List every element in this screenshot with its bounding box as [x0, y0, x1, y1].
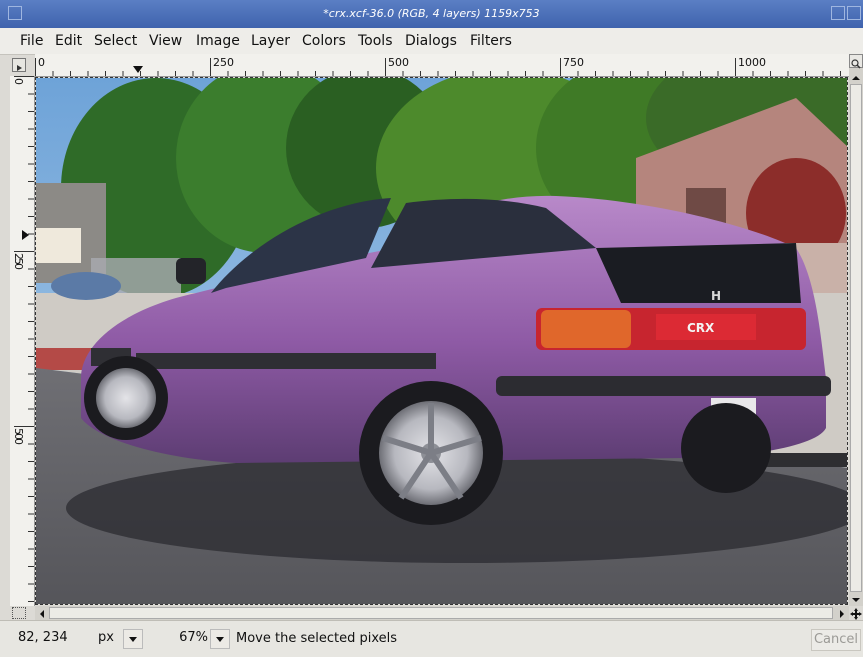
vertical-scrollbar[interactable]: [849, 54, 863, 606]
ruler-label-250: 250: [213, 56, 234, 69]
menu-image[interactable]: Image: [196, 33, 240, 49]
ruler-v-label-250: 250: [12, 253, 25, 268]
quick-mask-icon[interactable]: [12, 607, 26, 619]
scroll-left-icon[interactable]: [35, 606, 49, 620]
horizontal-scroll-thumb[interactable]: [49, 607, 833, 619]
unit-select[interactable]: px: [90, 629, 120, 649]
menu-view[interactable]: View: [149, 33, 182, 49]
menu-edit[interactable]: Edit: [55, 33, 82, 49]
maximize-icon[interactable]: [847, 6, 861, 20]
menu-layer[interactable]: Layer: [251, 33, 290, 49]
menu-select[interactable]: Select: [94, 33, 137, 49]
window-title: *crx.xcf-36.0 (RGB, 4 layers) 1159x753: [323, 7, 540, 20]
car-photo: CRX H: [36, 78, 847, 604]
zoom-icon[interactable]: [849, 54, 863, 69]
horizontal-scrollbar[interactable]: [35, 606, 849, 620]
vertical-scroll-thumb[interactable]: [850, 84, 862, 592]
menu-file[interactable]: File: [20, 33, 43, 49]
pointer-marker-icon: [133, 66, 143, 73]
ruler-v-label-500: 500: [12, 428, 25, 443]
crx-badge: CRX: [687, 321, 715, 335]
ruler-label-1000: 1000: [738, 56, 766, 69]
ruler-label-500: 500: [388, 56, 409, 69]
cancel-button[interactable]: Cancel: [811, 629, 861, 651]
menu-icon[interactable]: [12, 58, 26, 72]
scroll-up-icon[interactable]: [849, 70, 863, 84]
zoom-field[interactable]: 67%: [150, 629, 212, 649]
scroll-right-icon[interactable]: [835, 606, 849, 620]
menu-colors[interactable]: Colors: [302, 33, 346, 49]
menu-tools[interactable]: Tools: [358, 33, 393, 49]
unit-dropdown-icon[interactable]: [123, 629, 143, 649]
status-message: Move the selected pixels: [236, 631, 398, 646]
vertical-ruler: 0 250 500: [10, 76, 35, 606]
title-bar: *crx.xcf-36.0 (RGB, 4 layers) 1159x753: [0, 0, 863, 28]
image-canvas[interactable]: CRX H: [35, 77, 848, 605]
pointer-coordinates: 82, 234: [18, 630, 68, 645]
scroll-down-icon[interactable]: [849, 592, 863, 606]
zoom-dropdown-icon[interactable]: [210, 629, 230, 649]
menu-bar: File Edit Select View Image Layer Colors…: [0, 28, 863, 55]
ruler-label-0: 0: [38, 56, 45, 69]
pointer-marker-v-icon: [22, 230, 29, 240]
ruler-label-750: 750: [563, 56, 584, 69]
menu-dialogs[interactable]: Dialogs: [405, 33, 457, 49]
honda-emblem: H: [711, 289, 721, 303]
navigate-icon[interactable]: [849, 606, 863, 620]
minimize-icon[interactable]: [831, 6, 845, 20]
ruler-v-label-0: 0: [12, 78, 25, 85]
horizontal-ruler: 0 250 500 750 1000: [35, 54, 849, 77]
status-bar: 82, 234 px 67% Move the selected pixels …: [0, 620, 863, 657]
menu-filters[interactable]: Filters: [470, 33, 512, 49]
